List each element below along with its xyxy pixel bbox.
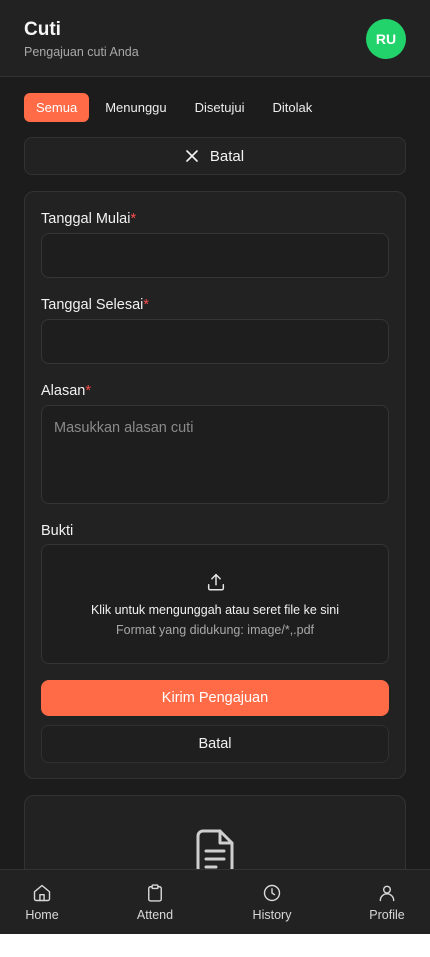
end-date-label-text: Tanggal Selesai (41, 297, 144, 313)
form-cancel-button[interactable]: Batal (41, 725, 389, 763)
upload-icon (207, 573, 225, 591)
nav-label-attend: Attend (136, 908, 174, 922)
required-mark: * (85, 383, 91, 399)
required-mark: * (143, 297, 150, 313)
avatar[interactable]: RU (366, 19, 406, 59)
reason-label-text: Alasan (41, 383, 86, 399)
top-cancel-label: Batal (209, 147, 245, 165)
tab-menunggu[interactable]: Menunggu (93, 93, 178, 122)
start-date-label-text: Tanggal Mulai (41, 211, 131, 227)
leave-request-form: Tanggal Mulai* Tanggal Selesai* Alasan* … (24, 191, 406, 779)
clipboard-icon (148, 884, 162, 902)
reason-textarea[interactable]: Masukkan alasan cuti (41, 405, 389, 504)
nav-item-profile[interactable]: Profile (359, 870, 415, 934)
nav-label-profile: Profile (369, 908, 405, 922)
start-date-input[interactable] (41, 233, 389, 278)
top-cancel-button[interactable]: Batal (24, 137, 406, 175)
nav-label-home: Home (25, 908, 59, 922)
tab-semua[interactable]: Semua (24, 93, 90, 122)
end-date-label: Tanggal Selesai* (41, 297, 149, 313)
tab-ditolak[interactable]: Ditolak (261, 93, 325, 122)
close-icon (186, 150, 198, 162)
status-tabs: Semua Menunggu Disetujui Ditolak (24, 93, 324, 122)
app-header: Cuti Pengajuan cuti Anda RU (0, 0, 430, 77)
bottom-navigation: Home Attend History Profile (0, 869, 430, 934)
reason-placeholder: Masukkan alasan cuti (54, 420, 194, 436)
upload-formats: Format yang didukung: image/*,.pdf (115, 623, 315, 637)
tab-disetujui[interactable]: Disetujui (183, 93, 257, 122)
proof-label: Bukti (41, 523, 74, 539)
nav-label-history: History (252, 908, 292, 922)
end-date-input[interactable] (41, 319, 389, 364)
nav-item-attend[interactable]: Attend (127, 870, 183, 934)
page-title: Cuti (24, 19, 61, 40)
start-date-label: Tanggal Mulai* (41, 211, 136, 227)
nav-item-history[interactable]: History (243, 870, 301, 934)
user-icon (379, 885, 395, 902)
clock-icon (263, 884, 281, 902)
nav-item-home[interactable]: Home (14, 870, 70, 934)
submit-request-button[interactable]: Kirim Pengajuan (41, 680, 389, 716)
home-icon (33, 884, 51, 902)
page-subtitle: Pengajuan cuti Anda (24, 45, 139, 59)
upload-instruction: Klik untuk mengunggah atau seret file ke… (90, 603, 340, 617)
file-upload-dropzone[interactable]: Klik untuk mengunggah atau seret file ke… (41, 544, 389, 664)
reason-label: Alasan* (41, 383, 91, 399)
app-root: Cuti Pengajuan cuti Anda RU Semua Menung… (0, 0, 430, 934)
required-mark: * (130, 211, 137, 227)
